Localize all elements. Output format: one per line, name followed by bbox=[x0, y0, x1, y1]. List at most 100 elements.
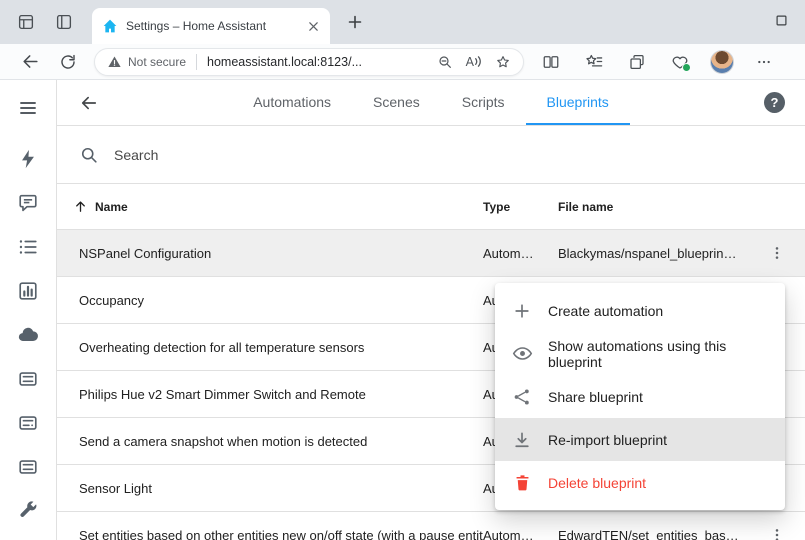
search-input[interactable] bbox=[114, 147, 434, 163]
sidebar-item-assist[interactable] bbox=[8, 181, 48, 225]
maximize-icon[interactable] bbox=[767, 6, 795, 34]
sidebar-item-server-3[interactable] bbox=[8, 445, 48, 489]
menu-item-label: Create automation bbox=[548, 303, 663, 319]
sidebar-item-history[interactable] bbox=[8, 269, 48, 313]
sidebar-item-cloud[interactable] bbox=[8, 313, 48, 357]
address-divider bbox=[196, 54, 197, 70]
tab-blueprints[interactable]: Blueprints bbox=[526, 80, 630, 125]
row-name: Send a camera snapshot when motion is de… bbox=[57, 434, 483, 449]
ha-back-icon[interactable] bbox=[75, 89, 103, 117]
server-icon bbox=[17, 412, 39, 434]
sort-ascending-icon bbox=[73, 199, 88, 214]
security-label: Not secure bbox=[128, 55, 186, 69]
trash-icon bbox=[511, 472, 533, 494]
page-content: Automations Scenes Scripts Blueprints ? … bbox=[0, 80, 805, 540]
download-icon bbox=[511, 429, 533, 451]
menu-icon[interactable] bbox=[8, 88, 48, 128]
server-icon bbox=[17, 456, 39, 478]
sidebar-item-server-2[interactable] bbox=[8, 401, 48, 445]
server-icon bbox=[17, 368, 39, 390]
plus-icon bbox=[511, 300, 533, 322]
row-name: NSPanel Configuration bbox=[57, 246, 483, 261]
read-aloud-letter: A bbox=[466, 55, 474, 69]
menu-item-label: Show automations using this blueprint bbox=[548, 338, 769, 370]
eye-icon bbox=[511, 343, 533, 365]
split-screen-icon[interactable] bbox=[538, 49, 564, 75]
column-header-file[interactable]: File name bbox=[558, 200, 748, 214]
warning-icon bbox=[107, 55, 122, 69]
ha-header: Automations Scenes Scripts Blueprints ? bbox=[57, 80, 805, 126]
search-bar[interactable] bbox=[57, 126, 805, 184]
row-name: Philips Hue v2 Smart Dimmer Switch and R… bbox=[57, 387, 483, 402]
wrench-icon bbox=[17, 500, 39, 522]
home-assistant-favicon-icon bbox=[102, 18, 118, 34]
lightning-icon bbox=[17, 148, 39, 170]
vertical-tabs-icon[interactable] bbox=[52, 10, 76, 34]
tab-scripts[interactable]: Scripts bbox=[441, 80, 526, 125]
row-name: Occupancy bbox=[57, 293, 483, 308]
browser-window: Settings – Home Assistant Not secure bbox=[0, 0, 805, 540]
favorite-star-icon[interactable] bbox=[495, 54, 511, 70]
menu-item-show-automations[interactable]: Show automations using this blueprint bbox=[495, 332, 785, 375]
tab-title: Settings – Home Assistant bbox=[126, 19, 304, 33]
table-row[interactable]: NSPanel Configuration Autom… Blackymas/n… bbox=[57, 230, 805, 277]
row-type: Autom… bbox=[483, 528, 558, 540]
row-type: Autom… bbox=[483, 246, 558, 261]
favorites-icon[interactable] bbox=[581, 49, 607, 75]
zoom-out-icon[interactable] bbox=[437, 54, 453, 70]
sidebar-item-developer-tools[interactable] bbox=[8, 489, 48, 533]
row-file: EdwardTEN/set_entities_bas… bbox=[558, 528, 748, 540]
tab-scenes[interactable]: Scenes bbox=[352, 80, 441, 125]
tab-automations[interactable]: Automations bbox=[232, 80, 352, 125]
share-icon bbox=[511, 386, 533, 408]
window-controls bbox=[767, 0, 795, 40]
row-overflow-menu-icon[interactable] bbox=[763, 239, 791, 267]
tab-strip: Settings – Home Assistant bbox=[0, 0, 805, 44]
essentials-status-dot bbox=[682, 63, 691, 72]
browser-essentials-icon[interactable] bbox=[667, 49, 693, 75]
more-menu-icon[interactable] bbox=[751, 49, 777, 75]
back-icon[interactable] bbox=[16, 48, 44, 76]
column-header-type[interactable]: Type bbox=[483, 200, 558, 214]
row-name: Set entities based on other entities new… bbox=[57, 528, 483, 540]
menu-item-share-blueprint[interactable]: Share blueprint bbox=[495, 375, 785, 418]
table-row[interactable]: Set entities based on other entities new… bbox=[57, 512, 805, 540]
sidebar-item-energy[interactable] bbox=[8, 137, 48, 181]
menu-item-label: Delete blueprint bbox=[548, 475, 646, 491]
table-header: Name Type File name bbox=[57, 184, 805, 230]
menu-item-reimport-blueprint[interactable]: Re-import blueprint bbox=[495, 418, 785, 461]
row-overflow-menu-icon[interactable] bbox=[763, 521, 791, 540]
workspaces-icon[interactable] bbox=[14, 10, 38, 34]
read-aloud-icon[interactable]: A bbox=[466, 55, 482, 69]
row-name: Sensor Light bbox=[57, 481, 483, 496]
address-bar[interactable]: Not secure homeassistant.local:8123/... … bbox=[94, 48, 524, 76]
ha-tab-bar: Automations Scenes Scripts Blueprints bbox=[232, 80, 630, 125]
bar-chart-icon bbox=[17, 280, 39, 302]
refresh-icon[interactable] bbox=[54, 48, 82, 76]
menu-item-delete-blueprint[interactable]: Delete blueprint bbox=[495, 461, 785, 504]
list-icon bbox=[17, 236, 39, 258]
url-text: homeassistant.local:8123/... bbox=[207, 55, 424, 69]
cloud-icon bbox=[17, 324, 39, 346]
column-header-name[interactable]: Name bbox=[57, 199, 483, 214]
ha-sidebar bbox=[0, 80, 57, 540]
collections-icon[interactable] bbox=[624, 49, 650, 75]
security-chip[interactable]: Not secure bbox=[107, 55, 186, 69]
menu-item-label: Share blueprint bbox=[548, 389, 643, 405]
sidebar-item-logbook[interactable] bbox=[8, 225, 48, 269]
column-label: Name bbox=[95, 200, 128, 214]
profile-avatar[interactable] bbox=[710, 50, 734, 74]
chat-icon bbox=[17, 192, 39, 214]
tab-close-icon[interactable] bbox=[304, 17, 322, 35]
browser-tab[interactable]: Settings – Home Assistant bbox=[92, 8, 330, 44]
row-name: Overheating detection for all temperatur… bbox=[57, 340, 483, 355]
row-file: Blackymas/nspanel_blueprin… bbox=[558, 246, 748, 261]
menu-item-label: Re-import blueprint bbox=[548, 432, 667, 448]
help-icon[interactable]: ? bbox=[764, 92, 785, 113]
search-icon bbox=[79, 145, 99, 165]
sidebar-item-server-1[interactable] bbox=[8, 357, 48, 401]
menu-item-create-automation[interactable]: Create automation bbox=[495, 289, 785, 332]
new-tab-button[interactable] bbox=[342, 9, 368, 35]
toolbar-right-icons bbox=[538, 49, 777, 75]
browser-toolbar: Not secure homeassistant.local:8123/... … bbox=[0, 44, 805, 80]
